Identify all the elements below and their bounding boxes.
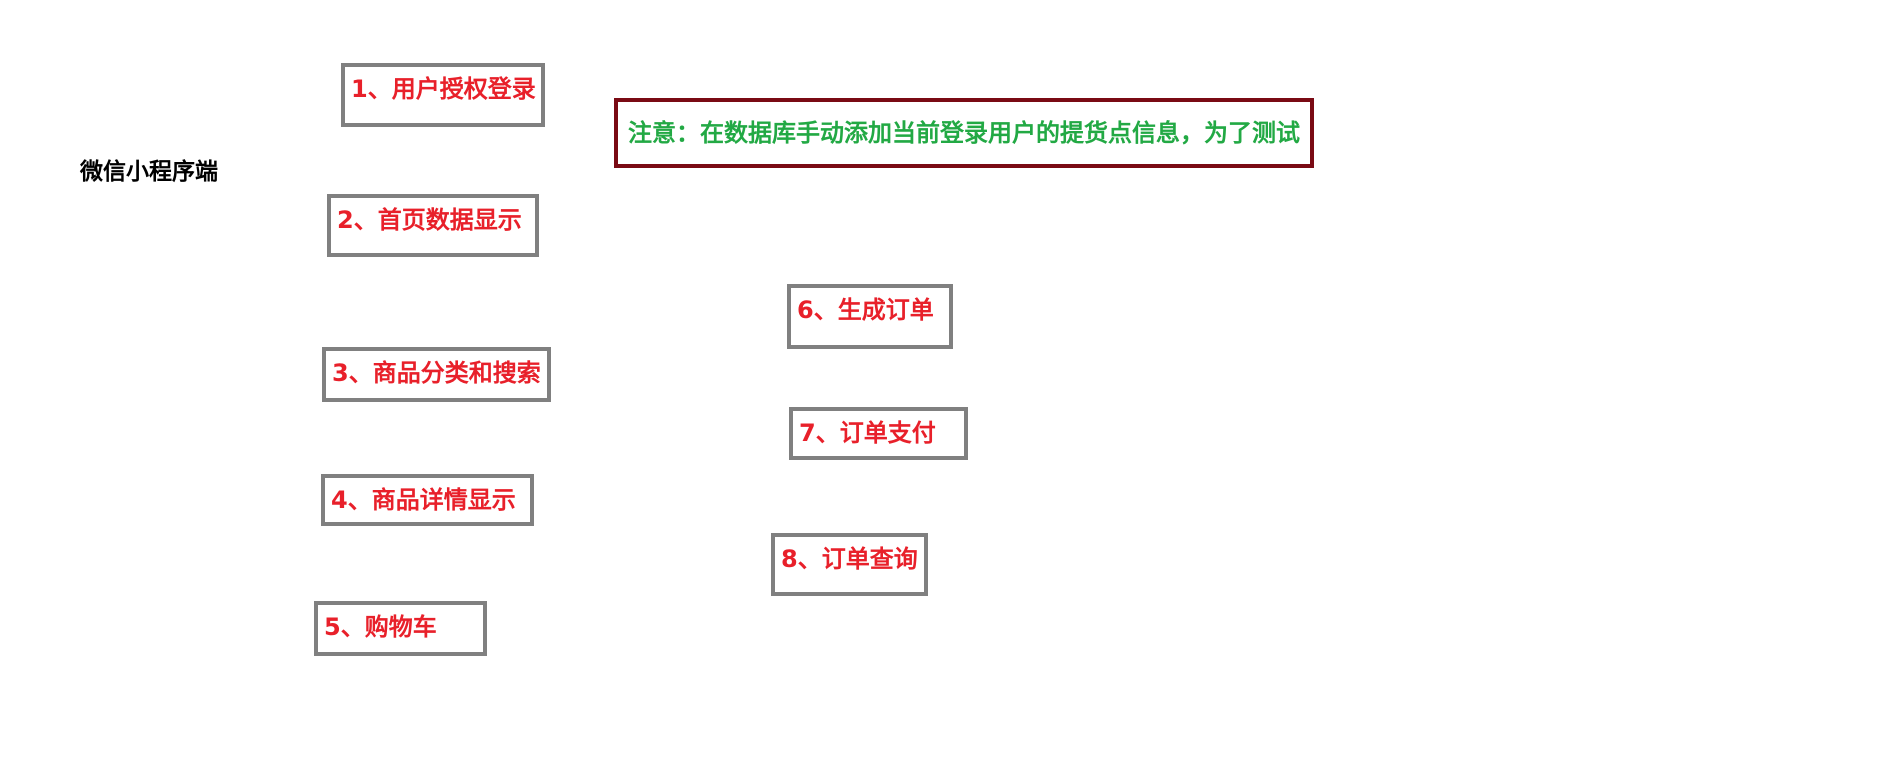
step-box-3: 3、商品分类和搜索 — [322, 347, 551, 402]
note-box: 注意：在数据库手动添加当前登录用户的提货点信息，为了测试 — [614, 98, 1314, 168]
step-box-6: 6、生成订单 — [787, 284, 953, 349]
step-box-8: 8、订单查询 — [771, 533, 928, 596]
step-box-1: 1、用户授权登录 — [341, 63, 545, 127]
step-box-5: 5、购物车 — [314, 601, 487, 656]
diagram-title: 微信小程序端 — [80, 159, 218, 185]
step-box-2: 2、首页数据显示 — [327, 194, 539, 257]
step-box-4: 4、商品详情显示 — [321, 474, 534, 526]
step-box-7: 7、订单支付 — [789, 407, 968, 460]
